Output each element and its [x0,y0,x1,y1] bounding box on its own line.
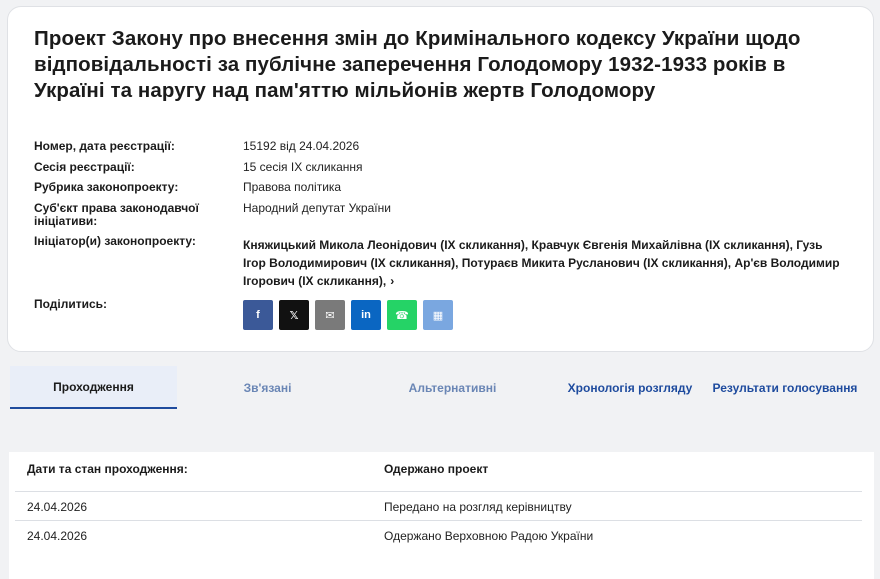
session-label: Сесія реєстрації: [34,160,135,174]
x-icon: 𝕏 [289,309,299,322]
initiators-list[interactable]: Княжицький Микола Леонідович (IX скликан… [243,236,843,290]
row-1-date: 24.04.2026 [27,500,88,514]
linkedin-icon: in [361,309,371,321]
subject-value: Народний депутат України [243,201,391,215]
number-label: Номер, дата реєстрації: [34,139,175,153]
facebook-share-button[interactable]: f [243,300,273,330]
session-value: 15 сесія IX скликання [243,160,363,174]
email-icon: ✉ [325,309,335,322]
bill-card: Проект Закону про внесення змін до Кримі… [7,6,874,352]
tab-chronology[interactable]: Хронологія розгляду [540,366,720,409]
qr-share-button[interactable]: ▦ [423,300,453,330]
divider [15,520,862,521]
x-share-button[interactable]: 𝕏 [279,300,309,330]
email-share-button[interactable]: ✉ [315,300,345,330]
linkedin-share-button[interactable]: in [351,300,381,330]
subject-label: Суб'єкт права законодавчої ініціативи: [34,201,199,228]
tab-related[interactable]: Зв'язані [195,366,340,409]
whatsapp-icon: ☎ [395,309,409,322]
row-2-date: 24.04.2026 [27,529,88,543]
rubric-label: Рубрика законопроекту: [34,180,179,194]
share-label: Поділитись: [34,297,108,311]
divider [15,491,862,492]
row-2-status: Одержано Верховною Радою України [384,529,594,543]
rubric-value: Правова політика [243,180,342,194]
tab-alternative[interactable]: Альтернативні [370,366,535,409]
row-1-status: Передано на розгляд керівництву [384,500,572,514]
qr-code-icon: ▦ [432,309,444,322]
tab-passage[interactable]: Проходження [10,366,177,409]
passage-table: Дати та стан проходження: Одержано проек… [9,452,874,579]
tab-voting[interactable]: Результати голосування [710,366,860,409]
chevron-right-icon[interactable]: › [390,272,394,290]
number-value: 15192 від 24.04.2026 [243,139,360,153]
column-header-date: Дати та стан проходження: [27,462,188,476]
bill-tabs: Проходження Зв'язані Альтернативні Хроно… [10,366,870,409]
initiators-label: Ініціатор(и) законопроекту: [34,234,196,248]
initiators-text[interactable]: Княжицький Микола Леонідович (IX скликан… [243,238,840,288]
whatsapp-share-button[interactable]: ☎ [387,300,417,330]
facebook-icon: f [256,309,260,321]
bill-title: Проект Закону про внесення змін до Кримі… [34,27,801,102]
column-header-status: Одержано проект [384,462,489,476]
